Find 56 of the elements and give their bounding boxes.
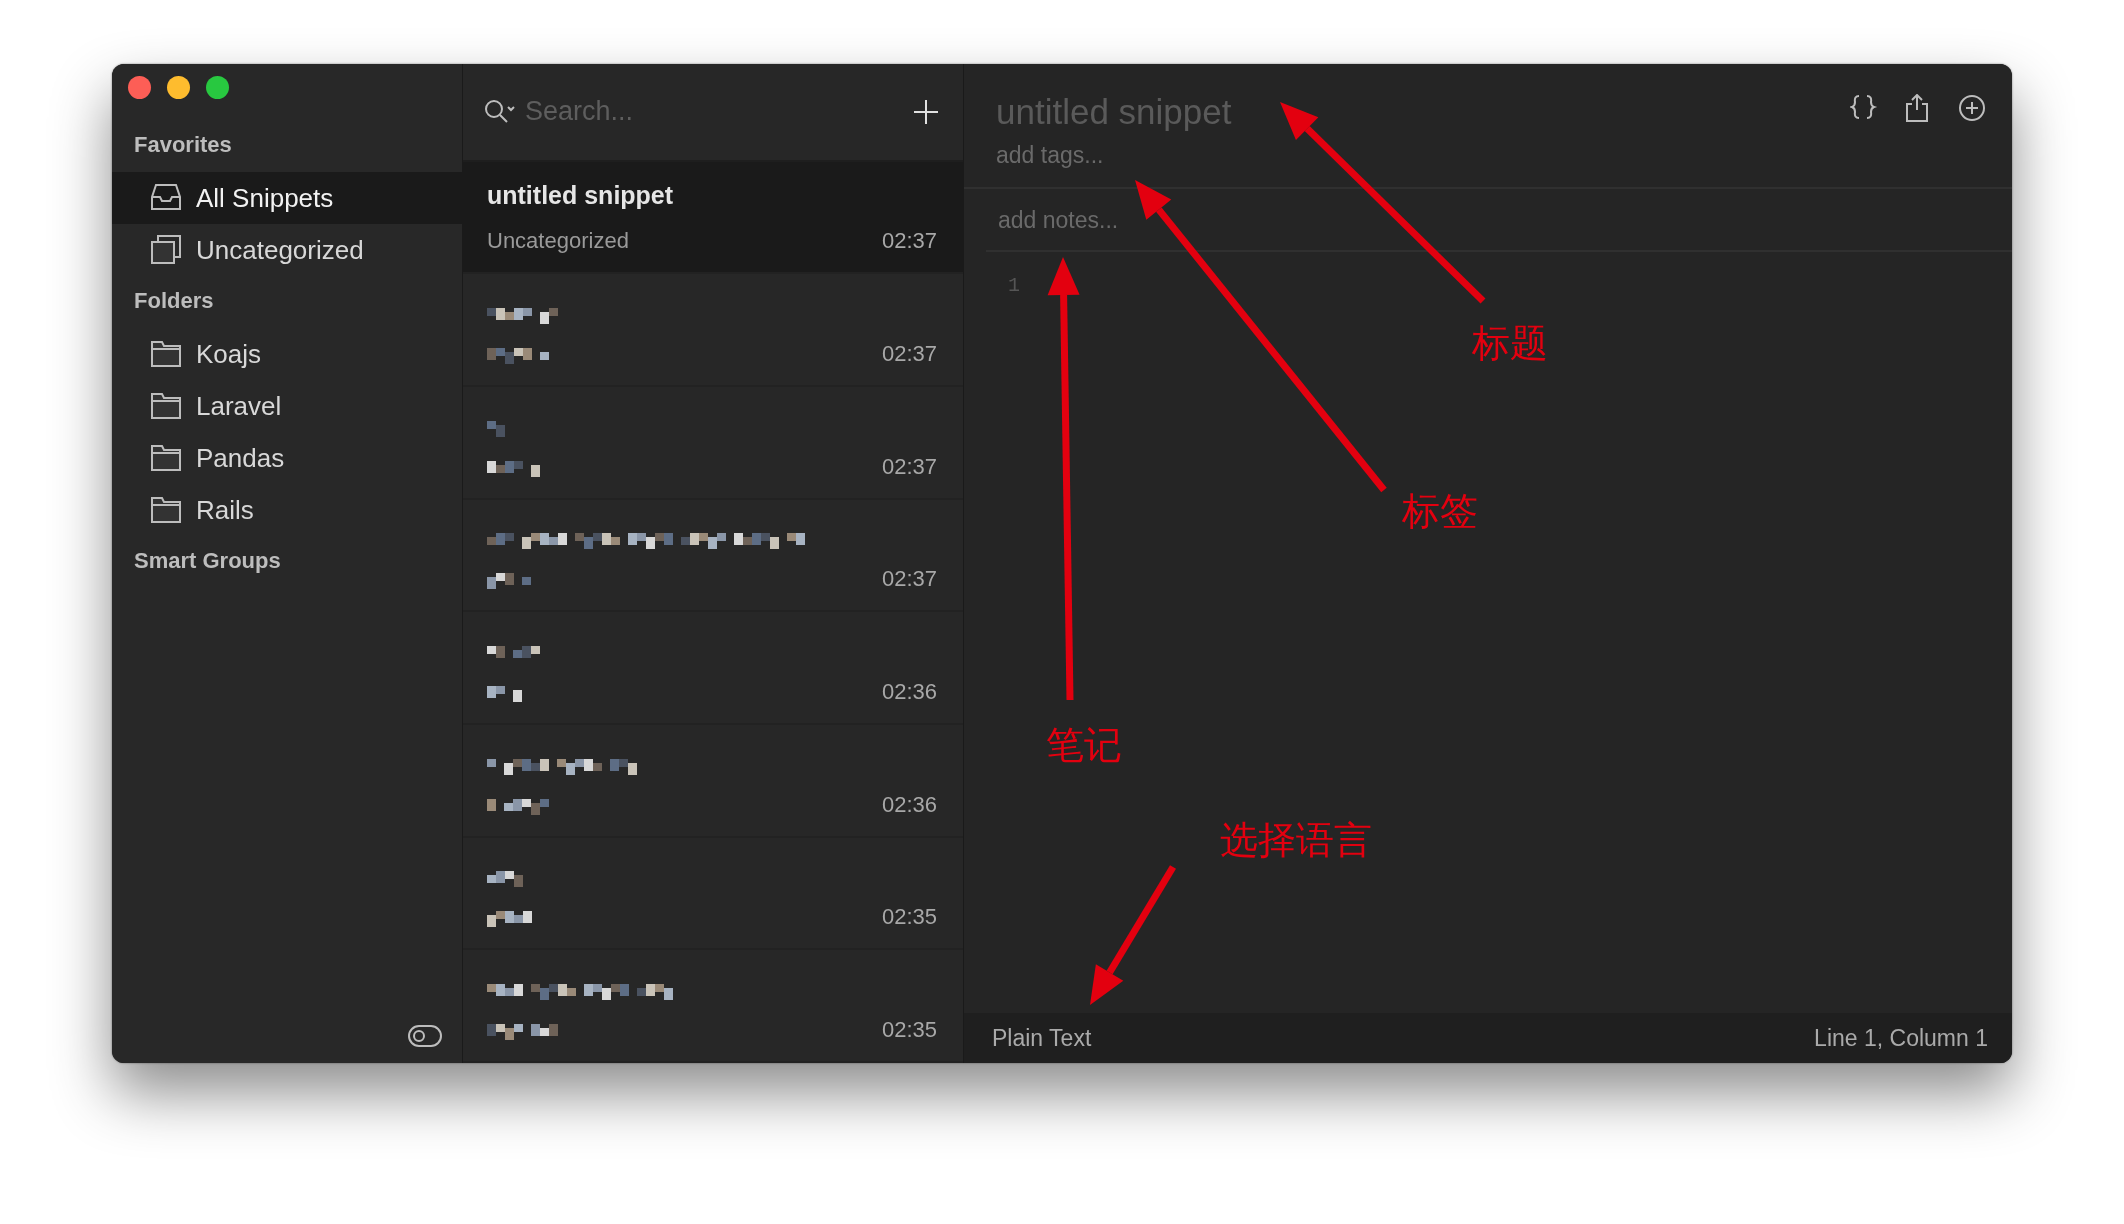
snippet-item[interactable]: 02:35 [463,837,963,951]
pixelated-text-drawing [487,686,522,702]
notes-field[interactable]: add notes... [998,207,1298,234]
braces-icon[interactable] [1850,94,1878,122]
snippet-time: 02:35 [881,904,937,931]
snippet-time: 02:36 [881,679,937,705]
section-header: Folders [133,287,215,315]
zoom-button[interactable] [206,76,229,99]
snippet-folder: Uncategorized [487,228,630,255]
close-button[interactable] [128,76,151,99]
snippet-time: 02:37 [881,566,937,593]
pixelated-text-drawing [487,460,540,477]
snippet-item[interactable]: 02:36 [463,612,963,725]
snippet-item[interactable]: 02:37 [463,274,963,387]
language-selector[interactable]: Plain Text [992,1024,1092,1052]
snippet-item[interactable]: 02:36 [463,725,963,838]
annotation-label: 选择语言 [1220,817,1372,863]
sidebar-item[interactable]: Koajs [112,328,462,380]
pixelated-text-drawing [487,871,523,888]
sidebar-item[interactable]: All Snippets [112,172,462,224]
annotation-label: 笔记 [1046,722,1122,768]
pixelated-text-drawing [487,1024,558,1040]
section-header: Favorites [133,131,233,159]
snippet-time: 02:37 [881,453,937,480]
pixelated-text-drawing [487,420,505,437]
pixelated-text-drawing [487,573,531,590]
toggle-icon[interactable] [408,1025,442,1047]
snippet-title: untitled snippet [487,181,674,211]
sidebar-item[interactable]: Uncategorized [112,224,462,276]
snippet-item[interactable]: untitled snippet Uncategorized 02:37 [463,161,963,275]
minimize-button[interactable] [167,76,190,99]
stack-icon [150,235,182,265]
folder-icon [150,495,182,525]
folder-icon [150,391,182,421]
snippet-item[interactable]: 02:35 [463,950,963,1063]
tags-field[interactable]: add tags... [996,142,1296,169]
pixelated-text-drawing [487,347,549,364]
annotation-label: 标签 [1402,488,1478,534]
sidebar-item[interactable]: Rails [112,484,462,536]
snippet-time: 02:36 [881,791,937,818]
pixelated-text-drawing [487,307,558,324]
snippet-time: 02:37 [881,340,937,367]
snippet-time: 02:35 [881,1017,937,1043]
add-circle-icon[interactable] [1958,94,1986,122]
sidebar-item[interactable]: Laravel [112,380,462,432]
snippet-time: 02:37 [881,228,937,255]
cursor-position: Line 1, Column 1 [1814,1024,1988,1052]
folder-icon [150,443,182,473]
sidebar-item[interactable]: Pandas [112,432,462,484]
annotation-label: 标题 [1472,320,1548,366]
snippet-item[interactable]: 02:37 [463,499,963,613]
plus-icon [913,98,939,125]
section-header: Smart Groups [133,547,282,575]
tray-icon [150,183,182,213]
snippet-item[interactable]: 02:37 [463,386,963,500]
folder-icon [150,339,182,369]
